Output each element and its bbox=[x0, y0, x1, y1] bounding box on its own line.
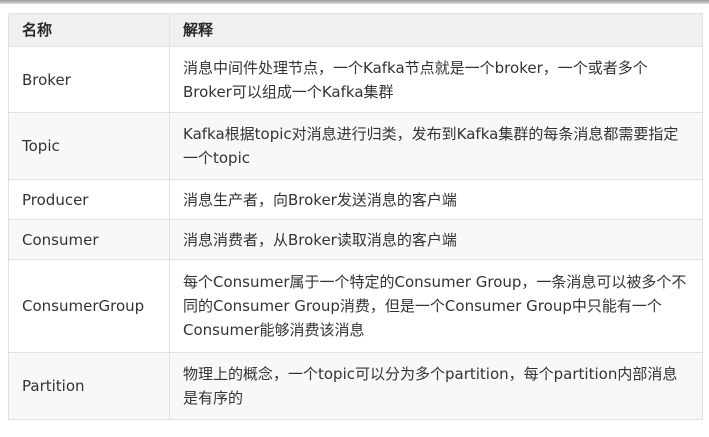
kafka-terms-table: 名称 解释 Broker 消息中间件处理节点，一个Kafka节点就是一个brok… bbox=[8, 13, 703, 420]
term-name: Topic bbox=[8, 112, 170, 180]
term-description: 消息中间件处理节点，一个Kafka节点就是一个broker，一个或者多个Brok… bbox=[169, 46, 703, 113]
table-row: Producer 消息生产者，向Broker发送消息的客户端 bbox=[8, 179, 703, 220]
table-row: ConsumerGroup 每个Consumer属于一个特定的Consumer … bbox=[8, 259, 703, 353]
term-description: Kafka根据topic对消息进行归类，发布到Kafka集群的每条消息都需要指定… bbox=[169, 112, 703, 180]
term-description: 物理上的概念，一个topic可以分为多个partition，每个partitio… bbox=[169, 352, 703, 420]
term-description: 每个Consumer属于一个特定的Consumer Group，一条消息可以被多… bbox=[169, 259, 703, 353]
table-row: Partition 物理上的概念，一个topic可以分为多个partition，… bbox=[8, 352, 703, 420]
term-name: Consumer bbox=[8, 219, 170, 260]
header-name: 名称 bbox=[8, 13, 170, 47]
term-name: Partition bbox=[8, 352, 170, 420]
term-description: 消息生产者，向Broker发送消息的客户端 bbox=[169, 179, 703, 220]
term-description: 消息消费者，从Broker读取消息的客户端 bbox=[169, 219, 703, 260]
header-explanation: 解释 bbox=[169, 13, 703, 47]
term-name: Broker bbox=[8, 46, 170, 113]
table-row: Consumer 消息消费者，从Broker读取消息的客户端 bbox=[8, 219, 703, 260]
top-divider bbox=[0, 0, 709, 4]
kafka-terms-table-container: 名称 解释 Broker 消息中间件处理节点，一个Kafka节点就是一个brok… bbox=[8, 13, 703, 420]
term-name: Producer bbox=[8, 179, 170, 220]
table-row: Broker 消息中间件处理节点，一个Kafka节点就是一个broker，一个或… bbox=[8, 46, 703, 113]
table-row: Topic Kafka根据topic对消息进行归类，发布到Kafka集群的每条消… bbox=[8, 112, 703, 180]
term-name: ConsumerGroup bbox=[8, 259, 170, 353]
table-header-row: 名称 解释 bbox=[8, 13, 703, 47]
